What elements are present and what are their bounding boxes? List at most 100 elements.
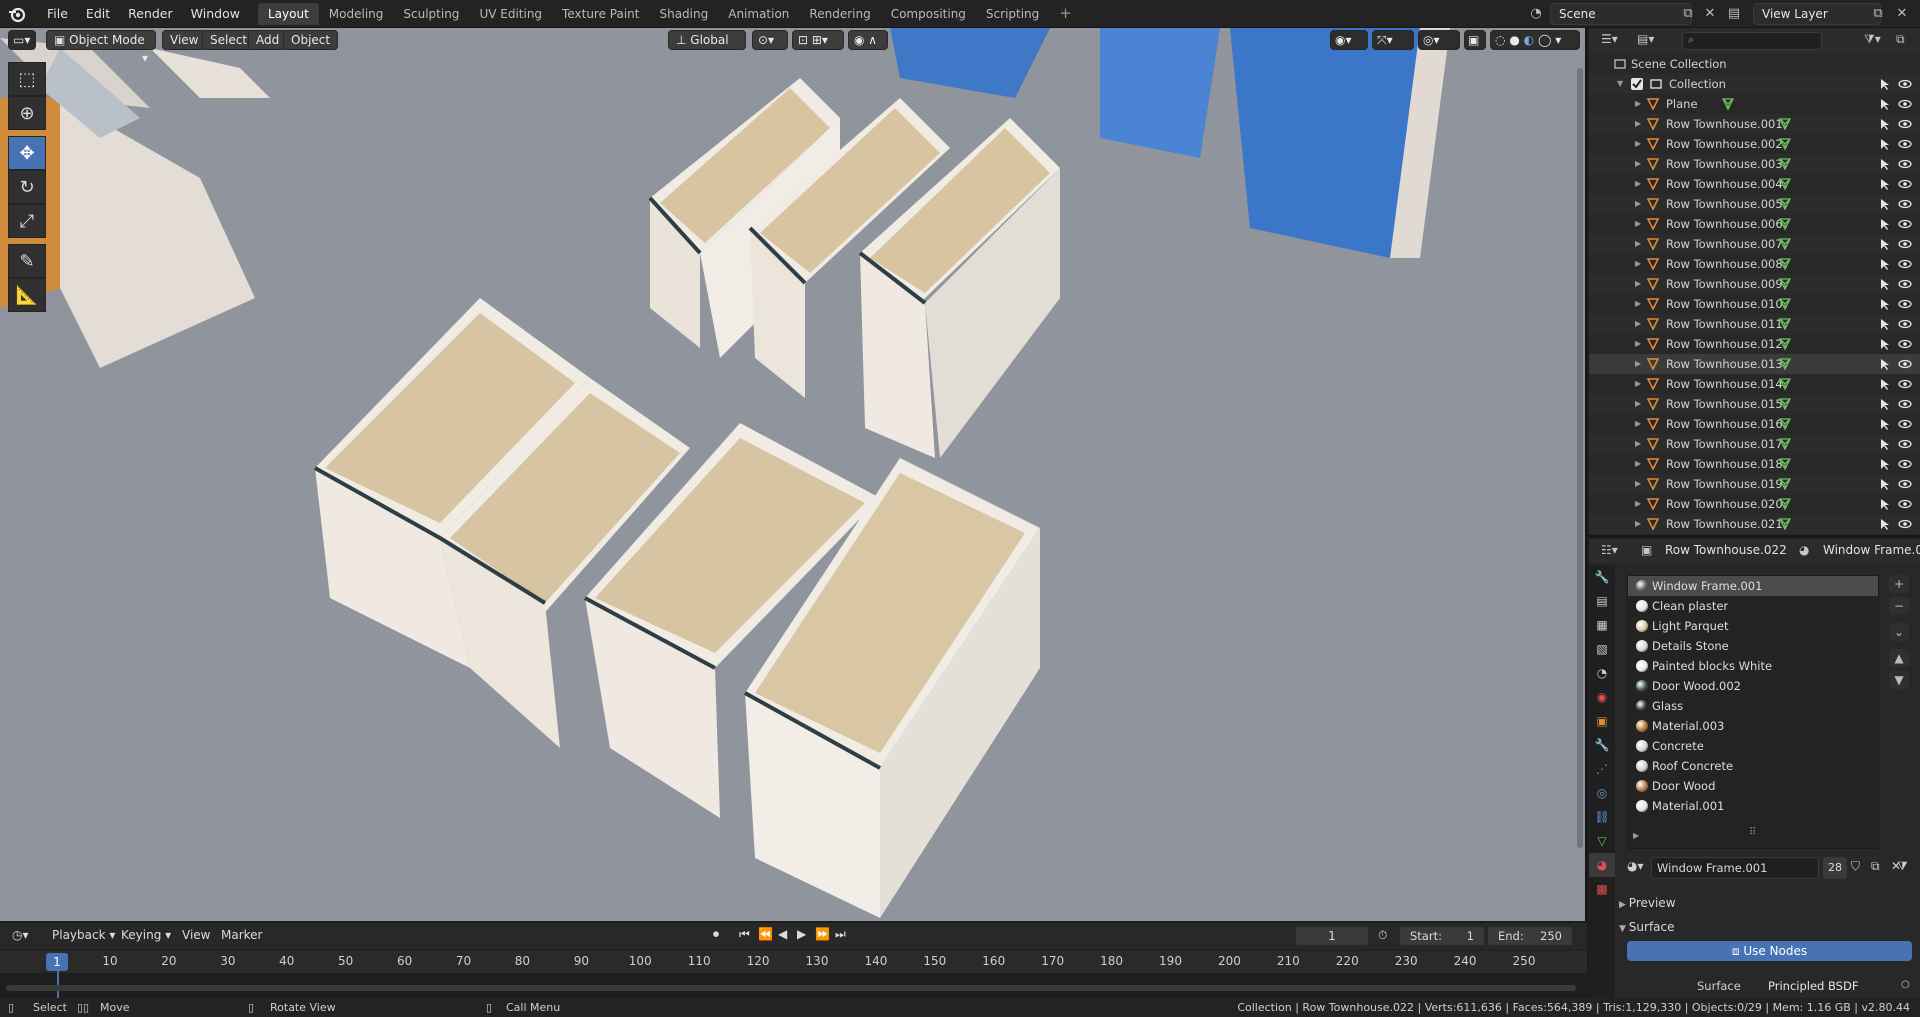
tab-sculpting[interactable]: Sculpting: [393, 3, 469, 25]
tab-scripting[interactable]: Scripting: [976, 3, 1049, 25]
material-slot[interactable]: Painted blocks White: [1628, 656, 1878, 676]
material-slot[interactable]: Door Wood: [1628, 776, 1878, 796]
outliner-item[interactable]: ▶ Row Townhouse.020: [1589, 494, 1920, 514]
outliner-item-selected[interactable]: ▶ Row Townhouse.013: [1589, 354, 1920, 374]
outliner-item[interactable]: ▶ Row Townhouse.007: [1589, 234, 1920, 254]
snap-toggle[interactable]: ⊡ ⊞▾: [792, 30, 844, 50]
eye-icon[interactable]: [1898, 417, 1912, 431]
expand-arrow-icon[interactable]: ▶: [1635, 274, 1641, 294]
preview-panel-header[interactable]: ▶ Preview: [1619, 892, 1676, 914]
proportional-edit[interactable]: ◉ ∧: [848, 30, 888, 50]
display-mode-icon[interactable]: ▤▾: [1637, 32, 1654, 46]
play-button[interactable]: ▶: [797, 927, 806, 941]
start-frame-field[interactable]: Start: 1: [1400, 927, 1484, 945]
move-slot-down-button[interactable]: ▼: [1889, 671, 1909, 689]
expand-arrow-icon[interactable]: ▶: [1635, 514, 1641, 534]
mesh-data-icon[interactable]: [1778, 417, 1792, 431]
use-nodes-button[interactable]: ⧈ Use Nodes: [1627, 941, 1912, 961]
mesh-data-icon[interactable]: [1778, 177, 1792, 191]
tab-layout[interactable]: Layout: [258, 3, 319, 25]
mesh-data-icon[interactable]: [1778, 357, 1792, 371]
add-slot-button[interactable]: +: [1889, 575, 1909, 593]
orientation-dropdown[interactable]: ⊥ Global: [668, 30, 746, 50]
tab-tool[interactable]: 🔧: [1589, 565, 1615, 589]
mesh-data-icon[interactable]: [1778, 137, 1792, 151]
outliner-scene-collection[interactable]: Scene Collection: [1589, 54, 1920, 74]
tab-animation[interactable]: Animation: [718, 3, 799, 25]
menu-file[interactable]: File: [38, 0, 77, 28]
move-tool[interactable]: ✥: [8, 136, 46, 170]
expand-arrow-icon[interactable]: ▶: [1635, 254, 1641, 274]
select-arrow-icon[interactable]: [1878, 477, 1892, 491]
tab-texture[interactable]: ▩: [1589, 877, 1615, 901]
outliner-item[interactable]: ▶ Row Townhouse.009: [1589, 274, 1920, 294]
material-slot[interactable]: Light Parquet: [1628, 616, 1878, 636]
play-reverse-button[interactable]: ◀: [778, 927, 787, 941]
outliner-item[interactable]: ▶ Plane: [1589, 94, 1920, 114]
eye-icon[interactable]: [1898, 117, 1912, 131]
end-frame-field[interactable]: End: 250: [1488, 927, 1572, 945]
stopwatch-icon[interactable]: ⏱: [1378, 928, 1387, 943]
mesh-data-icon[interactable]: [1778, 437, 1792, 451]
socket-icon[interactable]: ○: [1901, 979, 1910, 990]
material-slot[interactable]: Roof Concrete: [1628, 756, 1878, 776]
eye-icon[interactable]: [1898, 497, 1912, 511]
measure-tool[interactable]: 📐: [8, 278, 46, 312]
tab-world[interactable]: ◉: [1589, 685, 1615, 709]
tab-constraints[interactable]: ⛓: [1589, 805, 1615, 829]
user-count-badge[interactable]: 28: [1823, 857, 1847, 879]
select-arrow-icon[interactable]: [1878, 317, 1892, 331]
next-keyframe-button[interactable]: ⏩: [815, 927, 830, 941]
mesh-data-icon[interactable]: [1721, 97, 1735, 111]
new-scene-icon[interactable]: ⧉: [1678, 4, 1698, 24]
tab-particles[interactable]: ⋰: [1589, 757, 1615, 781]
menu-render[interactable]: Render: [119, 0, 182, 28]
expand-arrow-icon[interactable]: ▶: [1635, 354, 1641, 374]
eye-icon[interactable]: [1898, 377, 1912, 391]
select-arrow-icon[interactable]: [1878, 137, 1892, 151]
mesh-data-icon[interactable]: [1778, 217, 1792, 231]
tab-texture-paint[interactable]: Texture Paint: [552, 3, 649, 25]
select-arrow-icon[interactable]: [1878, 497, 1892, 511]
3d-viewport[interactable]: ▭▾ ▣ Object Mode ▾ View Select Add Object…: [0, 28, 1587, 921]
tab-rendering[interactable]: Rendering: [799, 3, 880, 25]
add-menu[interactable]: Add: [248, 30, 288, 50]
tab-scene[interactable]: ◔: [1589, 661, 1615, 685]
scene-icon[interactable]: ◔: [1526, 4, 1546, 24]
eye-icon[interactable]: [1898, 77, 1912, 91]
expand-arrow-icon[interactable]: ▶: [1635, 314, 1641, 334]
mesh-data-icon[interactable]: [1778, 157, 1792, 171]
object-menu[interactable]: Object: [283, 30, 339, 50]
mesh-data-icon[interactable]: [1778, 237, 1792, 251]
eye-icon[interactable]: [1898, 437, 1912, 451]
timeline-scrollbar[interactable]: [6, 985, 1576, 991]
move-slot-up-button[interactable]: ▲: [1889, 649, 1909, 667]
mesh-data-icon[interactable]: [1778, 377, 1792, 391]
material-slot[interactable]: Clean plaster: [1628, 596, 1878, 616]
expand-arrow-icon[interactable]: ▶: [1635, 94, 1641, 114]
select-arrow-icon[interactable]: [1878, 457, 1892, 471]
eye-icon[interactable]: [1898, 337, 1912, 351]
eye-icon[interactable]: [1898, 317, 1912, 331]
jump-end-button[interactable]: ⏭: [835, 927, 846, 942]
select-arrow-icon[interactable]: [1878, 77, 1892, 91]
select-arrow-icon[interactable]: [1878, 337, 1892, 351]
checkbox-icon[interactable]: [1630, 77, 1644, 91]
outliner-item[interactable]: ▶ Row Townhouse.003: [1589, 154, 1920, 174]
material-slot-active[interactable]: Window Frame.001: [1628, 576, 1878, 596]
mesh-data-icon[interactable]: [1778, 477, 1792, 491]
outliner-item[interactable]: ▶ Row Townhouse.019: [1589, 474, 1920, 494]
blender-logo-icon[interactable]: [8, 5, 26, 23]
mesh-data-icon[interactable]: [1778, 337, 1792, 351]
expand-arrow-icon[interactable]: ▶: [1635, 214, 1641, 234]
select-arrow-icon[interactable]: [1878, 117, 1892, 131]
outliner-search-input[interactable]: ⌕: [1682, 32, 1822, 50]
fake-user-icon[interactable]: ⛉: [1851, 859, 1860, 874]
visibility-dropdown[interactable]: ◉▾: [1330, 30, 1368, 50]
playhead-frame-badge[interactable]: 1: [46, 953, 68, 971]
eye-icon[interactable]: [1898, 517, 1912, 531]
eye-icon[interactable]: [1898, 297, 1912, 311]
outliner-item[interactable]: ▶ Row Townhouse.006: [1589, 214, 1920, 234]
tab-uv-editing[interactable]: UV Editing: [469, 3, 552, 25]
wireframe-shading-icon[interactable]: ◌: [1495, 33, 1505, 47]
